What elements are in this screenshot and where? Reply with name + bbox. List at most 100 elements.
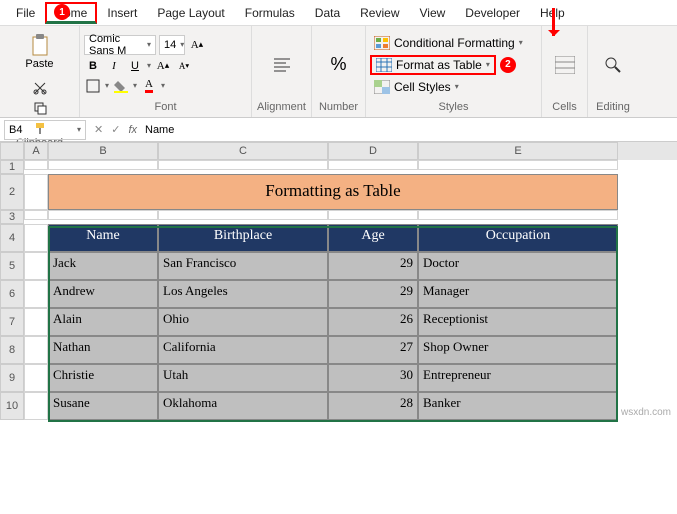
format-table-icon: [376, 58, 392, 72]
table-cell[interactable]: Oklahoma: [158, 392, 328, 420]
table-header[interactable]: Occupation: [418, 224, 618, 252]
group-font: Comic Sans M▾ 14▾ A▴ B I U ▾ A▴ A▾ ▾ ▾ A…: [80, 26, 252, 117]
row-header[interactable]: 4: [0, 224, 24, 252]
conditional-formatting-button[interactable]: Conditional Formatting▾: [370, 33, 537, 53]
table-cell[interactable]: Entrepreneur: [418, 364, 618, 392]
table-cell[interactable]: 29: [328, 252, 418, 280]
table-cell[interactable]: Banker: [418, 392, 618, 420]
font-name-combo[interactable]: Comic Sans M▾: [84, 35, 156, 55]
table-cell[interactable]: 27: [328, 336, 418, 364]
row-header[interactable]: 7: [0, 308, 24, 336]
editing-icon[interactable]: [604, 56, 622, 74]
group-label-number: Number: [316, 101, 361, 115]
table-cell[interactable]: 30: [328, 364, 418, 392]
row-header[interactable]: 6: [0, 280, 24, 308]
group-label-alignment: Alignment: [256, 101, 307, 115]
italic-button[interactable]: I: [105, 57, 123, 75]
row-header[interactable]: 3: [0, 210, 24, 224]
tab-file[interactable]: File: [6, 2, 45, 24]
border-button[interactable]: [84, 77, 102, 95]
chevron-down-icon: ▾: [133, 81, 137, 90]
bold-button[interactable]: B: [84, 57, 102, 75]
row-header[interactable]: 5: [0, 252, 24, 280]
chevron-down-icon: ▾: [180, 40, 184, 49]
select-all-corner[interactable]: [0, 142, 24, 160]
tab-data[interactable]: Data: [305, 2, 350, 24]
tab-formulas[interactable]: Formulas: [235, 2, 305, 24]
group-label-cells: Cells: [546, 101, 583, 115]
worksheet-grid[interactable]: A B C D E 1 2 Formatting as Table 3 4 Nam…: [0, 142, 677, 420]
increase-font-button[interactable]: A▴: [188, 36, 206, 54]
conditional-formatting-icon: [374, 36, 390, 50]
col-header-C[interactable]: C: [158, 142, 328, 160]
table-cell[interactable]: Alain: [48, 308, 158, 336]
fx-icon[interactable]: fx: [128, 124, 137, 136]
tab-insert[interactable]: Insert: [97, 2, 147, 24]
paste-label: Paste: [25, 58, 53, 70]
table-cell[interactable]: Jack: [48, 252, 158, 280]
table-cell[interactable]: 29: [328, 280, 418, 308]
table-cell[interactable]: 28: [328, 392, 418, 420]
cancel-formula-button[interactable]: ✕: [94, 123, 103, 136]
col-header-E[interactable]: E: [418, 142, 618, 160]
table-cell[interactable]: Nathan: [48, 336, 158, 364]
title-cell[interactable]: Formatting as Table: [48, 174, 618, 210]
copy-button[interactable]: [31, 99, 49, 117]
table-cell[interactable]: Los Angeles: [158, 280, 328, 308]
row-header[interactable]: 1: [0, 160, 24, 174]
group-clipboard: Paste Clipboard: [0, 26, 80, 117]
chevron-down-icon: ▾: [147, 40, 151, 49]
paste-button[interactable]: Paste: [22, 28, 58, 76]
name-box[interactable]: B4▾: [4, 120, 86, 140]
table-cell[interactable]: Susane: [48, 392, 158, 420]
font-color-button[interactable]: A: [140, 77, 158, 95]
annotation-2: 2: [500, 57, 516, 73]
percent-icon[interactable]: %: [330, 54, 346, 75]
underline-button[interactable]: U: [126, 57, 144, 75]
table-header[interactable]: Age: [328, 224, 418, 252]
watermark: wsxdn.com: [621, 407, 671, 418]
format-as-table-button[interactable]: Format as Table▾: [370, 55, 496, 75]
group-number: % Number: [312, 26, 366, 117]
tab-developer[interactable]: Developer: [455, 2, 530, 24]
cell-styles-button[interactable]: Cell Styles▾: [370, 77, 537, 97]
table-cell[interactable]: Receptionist: [418, 308, 618, 336]
col-header-A[interactable]: A: [24, 142, 48, 160]
font-size-combo[interactable]: 14▾: [159, 35, 185, 55]
group-label-editing: Editing: [592, 101, 634, 115]
row-header[interactable]: 2: [0, 174, 24, 210]
table-cell[interactable]: Utah: [158, 364, 328, 392]
enter-formula-button[interactable]: ✓: [111, 123, 120, 136]
row-header[interactable]: 9: [0, 364, 24, 392]
chevron-down-icon: ▾: [147, 61, 151, 70]
table-cell[interactable]: Ohio: [158, 308, 328, 336]
chevron-down-icon: ▾: [519, 38, 523, 47]
table-cell[interactable]: Shop Owner: [418, 336, 618, 364]
decrease-font-button[interactable]: A▾: [175, 57, 193, 75]
formula-bar-input[interactable]: Name: [145, 124, 174, 136]
table-cell[interactable]: Manager: [418, 280, 618, 308]
table-cell[interactable]: 26: [328, 308, 418, 336]
table-cell[interactable]: California: [158, 336, 328, 364]
table-cell[interactable]: Andrew: [48, 280, 158, 308]
tab-review[interactable]: Review: [350, 2, 409, 24]
cut-button[interactable]: [31, 79, 49, 97]
cells-icon[interactable]: [555, 56, 575, 74]
table-cell[interactable]: Doctor: [418, 252, 618, 280]
fill-color-button[interactable]: [112, 77, 130, 95]
chevron-down-icon: ▾: [455, 82, 459, 91]
row-header[interactable]: 8: [0, 336, 24, 364]
increase-font-button2[interactable]: A▴: [154, 57, 172, 75]
col-header-D[interactable]: D: [328, 142, 418, 160]
table-cell[interactable]: Christie: [48, 364, 158, 392]
chevron-down-icon: ▾: [161, 81, 165, 90]
align-icon[interactable]: [272, 55, 292, 75]
tab-page-layout[interactable]: Page Layout: [147, 2, 234, 24]
tab-view[interactable]: View: [410, 2, 456, 24]
row-header[interactable]: 10: [0, 392, 24, 420]
col-header-B[interactable]: B: [48, 142, 158, 160]
table-header[interactable]: Name: [48, 224, 158, 252]
table-cell[interactable]: San Francisco: [158, 252, 328, 280]
ribbon: Paste Clipboard Comic Sans M▾ 14▾ A▴ B I…: [0, 26, 677, 118]
table-header[interactable]: Birthplace: [158, 224, 328, 252]
